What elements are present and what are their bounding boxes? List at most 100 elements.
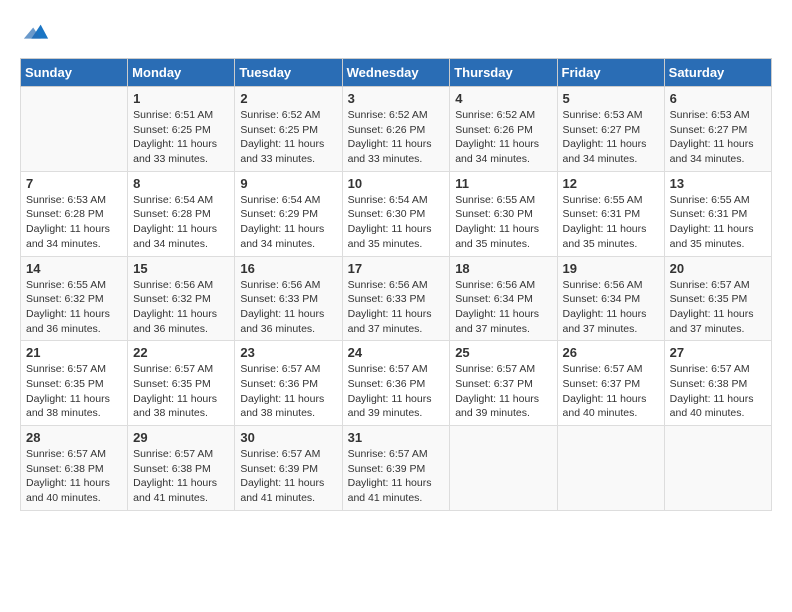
- cell-info: Sunrise: 6:54 AMSunset: 6:30 PMDaylight:…: [348, 193, 445, 252]
- cell-info: Sunrise: 6:55 AMSunset: 6:30 PMDaylight:…: [455, 193, 551, 252]
- sunrise-text: Sunrise: 6:56 AM: [455, 279, 535, 291]
- daylight-text: Daylight: 11 hours and 41 minutes.: [240, 477, 324, 504]
- sunrise-text: Sunrise: 6:51 AM: [133, 109, 213, 121]
- sunrise-text: Sunrise: 6:52 AM: [348, 109, 428, 121]
- calendar-cell: 26Sunrise: 6:57 AMSunset: 6:37 PMDayligh…: [557, 341, 664, 426]
- cell-info: Sunrise: 6:56 AMSunset: 6:34 PMDaylight:…: [563, 278, 659, 337]
- calendar-cell: 27 Sunrise: 6:57 AMSunset: 6:38 PMDayligh…: [664, 341, 771, 426]
- sunset-text: Sunset: 6:28 PM: [26, 208, 104, 220]
- sunset-text: Sunset: 6:32 PM: [133, 293, 211, 305]
- cell-info: Sunrise: 6:57 AMSunset: 6:37 PMDaylight:…: [455, 362, 551, 421]
- day-number: 11: [455, 176, 551, 191]
- day-number: 1: [133, 91, 229, 106]
- calendar-cell: 1Sunrise: 6:51 AMSunset: 6:25 PMDaylight…: [128, 87, 235, 172]
- sunrise-text: Sunrise: 6:57 AM: [26, 363, 106, 375]
- calendar-cell: 8Sunrise: 6:54 AMSunset: 6:28 PMDaylight…: [128, 171, 235, 256]
- daylight-text: Daylight: 11 hours and 37 minutes.: [348, 308, 432, 335]
- cell-info: Sunrise: 6:54 AMSunset: 6:29 PMDaylight:…: [240, 193, 336, 252]
- sunrise-text: Sunrise: 6:53 AM: [563, 109, 643, 121]
- sunrise-text: Sunrise: 6:54 AM: [240, 194, 320, 206]
- calendar-cell: 7 Sunrise: 6:53 AMSunset: 6:28 PMDaylight…: [21, 171, 128, 256]
- day-header-friday: Friday: [557, 59, 664, 87]
- sunrise-text: Sunrise: 6:57 AM: [240, 363, 320, 375]
- day-number: 13: [670, 176, 766, 191]
- sunrise-text: Sunrise: 6:57 AM: [563, 363, 643, 375]
- calendar-week-3: 14Sunrise: 6:55 AMSunset: 6:32 PMDayligh…: [21, 256, 772, 341]
- sunrise-text: Sunrise: 6:56 AM: [348, 279, 428, 291]
- day-number: 2: [240, 91, 336, 106]
- daylight-text: Daylight: 11 hours and 34 minutes.: [26, 223, 110, 250]
- calendar-week-5: 28Sunrise: 6:57 AMSunset: 6:38 PMDayligh…: [21, 426, 772, 511]
- daylight-text: Daylight: 11 hours and 35 minutes.: [563, 223, 647, 250]
- sunrise-text: Sunrise: 6:55 AM: [563, 194, 643, 206]
- sunrise-text: Sunrise: 6:57 AM: [348, 363, 428, 375]
- calendar-cell: 10 Sunrise: 6:54 AMSunset: 6:30 PMDayligh…: [342, 171, 450, 256]
- sunset-text: Sunset: 6:38 PM: [133, 463, 211, 475]
- calendar-table: SundayMondayTuesdayWednesdayThursdayFrid…: [20, 58, 772, 511]
- cell-info: Sunrise: 6:55 AM Sunset: 6:31 PM Daylight:…: [563, 193, 659, 252]
- day-number: 31: [348, 430, 445, 445]
- calendar-cell: 24Sunrise: 6:57 AMSunset: 6:36 PMDayligh…: [342, 341, 450, 426]
- sunset-text: Sunset: 6:38 PM: [26, 463, 104, 475]
- sunset-text: Sunset: 6:35 PM: [26, 378, 104, 390]
- sunset-text: Sunset: 6:31 PM: [563, 208, 641, 220]
- cell-info: Sunrise: 6:55 AMSunset: 6:32 PMDaylight:…: [26, 278, 122, 337]
- day-number: 23: [240, 345, 336, 360]
- day-number: 8: [133, 176, 229, 191]
- day-header-tuesday: Tuesday: [235, 59, 342, 87]
- daylight-text: Daylight: 11 hours and 40 minutes.: [563, 393, 647, 420]
- calendar-cell: 12Sunrise: 6:55 AMSunset: 6:31 PMDayligh…: [557, 171, 664, 256]
- sunrise-text: Sunrise: 6:52 AM: [240, 109, 320, 121]
- sunset-text: Sunset: 6:34 PM: [563, 293, 641, 305]
- day-number: 25: [455, 345, 551, 360]
- daylight-text: Daylight: 11 hours and 37 minutes.: [670, 308, 754, 335]
- sunrise-text: Sunrise: 6:57 AM: [133, 363, 213, 375]
- daylight-text: Daylight: 11 hours and 36 minutes.: [133, 308, 217, 335]
- cell-info: Sunrise: 6:53 AMSunset: 6:28 PMDaylight:…: [26, 193, 122, 252]
- page-header: [20, 20, 772, 48]
- daylight-text: Daylight: 11 hours and 37 minutes.: [563, 308, 647, 335]
- day-number: 7: [26, 176, 122, 191]
- calendar-cell: 6Sunrise: 6:53 AMSunset: 6:27 PMDaylight…: [664, 87, 771, 172]
- day-header-wednesday: Wednesday: [342, 59, 450, 87]
- day-number: 19: [563, 261, 659, 276]
- day-header-thursday: Thursday: [450, 59, 557, 87]
- cell-info: Sunrise: 6:53 AMSunset: 6:27 PMDaylight:…: [563, 108, 659, 167]
- calendar-cell: 29Sunrise: 6:57 AMSunset: 6:38 PMDayligh…: [128, 426, 235, 511]
- cell-info: Sunrise: 6:57 AMSunset: 6:38 PMDaylight:…: [133, 447, 229, 506]
- sunrise-text: Sunrise: 6:57 AM: [133, 448, 213, 460]
- day-number: 16: [240, 261, 336, 276]
- day-number: 10: [348, 176, 445, 191]
- sunset-text: Sunset: 6:29 PM: [240, 208, 318, 220]
- daylight-text: Daylight: 11 hours and 35 minutes.: [348, 223, 432, 250]
- day-number: 27: [670, 345, 766, 360]
- calendar-cell: 14Sunrise: 6:55 AMSunset: 6:32 PMDayligh…: [21, 256, 128, 341]
- daylight-text: Daylight: 11 hours and 40 minutes.: [26, 477, 110, 504]
- logo-icon: [22, 20, 50, 48]
- cell-info: Sunrise: 6:57 AMSunset: 6:38 PMDaylight:…: [670, 362, 766, 421]
- sunrise-text: Sunrise: 6:57 AM: [670, 279, 750, 291]
- daylight-text: Daylight: 11 hours and 33 minutes.: [240, 138, 324, 165]
- daylight-text: Daylight: 11 hours and 36 minutes.: [240, 308, 324, 335]
- daylight-text: Daylight: 11 hours and 38 minutes.: [240, 393, 324, 420]
- sunrise-text: Sunrise: 6:55 AM: [26, 279, 106, 291]
- calendar-header: SundayMondayTuesdayWednesdayThursdayFrid…: [21, 59, 772, 87]
- day-number: 17: [348, 261, 445, 276]
- cell-info: Sunrise: 6:57 AMSunset: 6:39 PMDaylight:…: [240, 447, 336, 506]
- cell-info: Sunrise: 6:57 AMSunset: 6:38 PMDaylight:…: [26, 447, 122, 506]
- sunrise-text: Sunrise: 6:55 AM: [455, 194, 535, 206]
- sunrise-text: Sunrise: 6:54 AM: [348, 194, 428, 206]
- cell-info: Sunrise: 6:57 AMSunset: 6:37 PMDaylight:…: [563, 362, 659, 421]
- calendar-cell: 23 Sunrise: 6:57 AMSunset: 6:36 PMDayligh…: [235, 341, 342, 426]
- sunset-text: Sunset: 6:37 PM: [455, 378, 533, 390]
- cell-info: Sunrise: 6:57 AMSunset: 6:36 PMDaylight:…: [240, 362, 336, 421]
- cell-info: Sunrise: 6:56 AMSunset: 6:33 PMDaylight:…: [348, 278, 445, 337]
- day-header-monday: Monday: [128, 59, 235, 87]
- calendar-cell: 3Sunrise: 6:52 AMSunset: 6:26 PMDaylight…: [342, 87, 450, 172]
- calendar-cell: 2Sunrise: 6:52 AMSunset: 6:25 PMDaylight…: [235, 87, 342, 172]
- calendar-week-2: 7 Sunrise: 6:53 AMSunset: 6:28 PMDaylight…: [21, 171, 772, 256]
- cell-info: Sunrise: 6:55 AMSunset: 6:31 PMDaylight:…: [670, 193, 766, 252]
- sunset-text: Sunset: 6:39 PM: [240, 463, 318, 475]
- cell-info: Sunrise: 6:52 AMSunset: 6:26 PMDaylight:…: [348, 108, 445, 167]
- sunset-text: Sunset: 6:32 PM: [26, 293, 104, 305]
